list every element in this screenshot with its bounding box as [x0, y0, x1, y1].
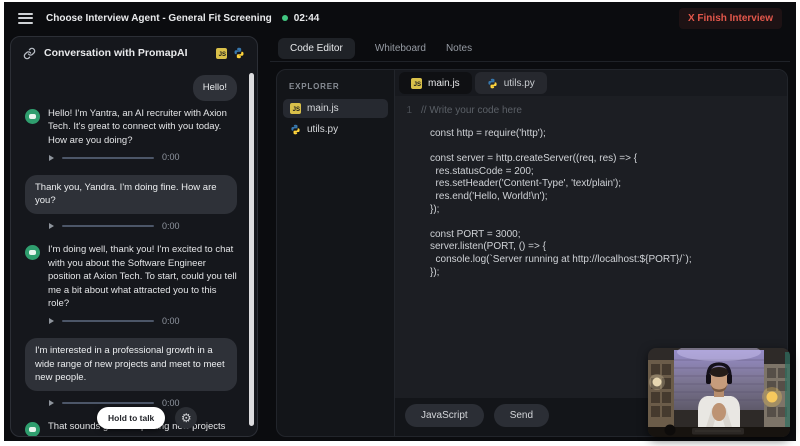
hold-to-talk-button[interactable]: Hold to talk	[97, 407, 166, 429]
workspace-tabbar: Code Editor Whiteboard Notes	[270, 36, 790, 62]
ai-avatar	[25, 108, 40, 124]
audio-time: 0:00	[162, 220, 180, 231]
line-number: 1	[406, 105, 412, 116]
audio-player: 0:00	[49, 315, 237, 329]
user-message: I'm interested in a professional growth …	[25, 338, 237, 391]
gear-icon[interactable]: ⚙	[175, 407, 198, 429]
ai-message: I'm doing well, thank you! I'm excited t…	[25, 243, 237, 311]
file-tab-label: utils.py	[503, 77, 535, 89]
editor-placeholder: // Write your code here	[421, 105, 522, 116]
explorer-file-mainjs[interactable]: JS main.js	[283, 99, 388, 118]
python-file-icon	[291, 124, 300, 135]
interview-timer: 02:44	[293, 12, 320, 24]
conversation-panel: Conversation with PromapAI JS Hello! Hel…	[10, 36, 258, 437]
audio-time: 0:00	[162, 315, 180, 326]
finish-interview-button[interactable]: X Finish Interview	[678, 7, 782, 29]
play-icon[interactable]	[49, 223, 54, 230]
conversation-header: Conversation with PromapAI JS	[11, 37, 257, 69]
python-file-icon[interactable]	[233, 47, 245, 59]
explorer-header: EXPLORER	[289, 82, 340, 91]
code-content[interactable]: const http = require('http'); const serv…	[430, 128, 787, 279]
user-message: Thank you, Yandra. I'm doing fine. How a…	[25, 174, 237, 214]
audio-progress-bar[interactable]	[62, 320, 154, 323]
file-tab-label: main.js	[428, 77, 460, 89]
js-file-icon: JS	[290, 103, 301, 114]
file-name: utils.py	[307, 124, 339, 135]
ai-message-text: I'm doing well, thank you! I'm excited t…	[48, 244, 237, 309]
audio-progress-bar[interactable]	[62, 156, 154, 159]
audio-player: 0:00	[49, 151, 237, 165]
file-name: main.js	[307, 103, 339, 114]
audio-time: 0:00	[162, 152, 180, 162]
message-list: Hello! Hello! I'm Yantra, an AI recruite…	[11, 71, 245, 436]
chat-scrollbar[interactable]	[249, 73, 254, 426]
audio-player: 0:00	[49, 220, 237, 234]
js-file-icon: JS	[411, 77, 422, 89]
language-select-button[interactable]: JavaScript	[405, 404, 484, 427]
ai-avatar	[25, 422, 40, 436]
send-button[interactable]: Send	[493, 404, 550, 427]
user-message-bubble: I'm interested in a professional growth …	[25, 338, 237, 391]
hamburger-menu-icon[interactable]	[18, 12, 33, 24]
user-message-bubble: Hello!	[192, 75, 237, 101]
conversation-title: Conversation with PromapAI	[44, 47, 188, 59]
recording-status-dot	[281, 15, 288, 21]
webcam-preview	[648, 348, 790, 437]
user-message: Hello!	[25, 75, 237, 101]
ai-message-text: Hello! I'm Yantra, an AI recruiter with …	[48, 107, 227, 146]
ai-message: Hello! I'm Yantra, an AI recruiter with …	[25, 107, 237, 148]
tab-notes[interactable]: Notes	[446, 43, 472, 54]
user-message-bubble: Thank you, Yandra. I'm doing fine. How a…	[25, 174, 237, 214]
link-icon	[23, 47, 36, 59]
webcam-video-frame	[648, 348, 790, 437]
file-tab-utilspy[interactable]: utils.py	[474, 72, 547, 94]
play-icon[interactable]	[49, 154, 54, 161]
app-window: Choose Interview Agent - General Fit Scr…	[4, 2, 796, 441]
tab-code-editor[interactable]: Code Editor	[278, 38, 355, 59]
js-file-icon[interactable]: JS	[216, 47, 227, 59]
top-bar: Choose Interview Agent - General Fit Scr…	[4, 2, 796, 34]
play-icon[interactable]	[49, 318, 54, 325]
tab-whiteboard[interactable]: Whiteboard	[375, 43, 426, 54]
audio-progress-bar[interactable]	[62, 225, 154, 228]
file-tabs-strip: JS main.js utils.py	[395, 70, 787, 96]
explorer-sidebar: EXPLORER JS main.js utils.py	[277, 70, 395, 436]
explorer-file-utilspy[interactable]: utils.py	[283, 120, 388, 139]
page-title: Choose Interview Agent - General Fit Scr…	[46, 12, 272, 24]
python-file-icon	[488, 78, 497, 88]
file-tab-mainjs[interactable]: JS main.js	[399, 72, 472, 94]
ai-avatar	[25, 245, 40, 260]
audio-progress-bar[interactable]	[62, 402, 154, 405]
play-icon[interactable]	[49, 400, 54, 407]
